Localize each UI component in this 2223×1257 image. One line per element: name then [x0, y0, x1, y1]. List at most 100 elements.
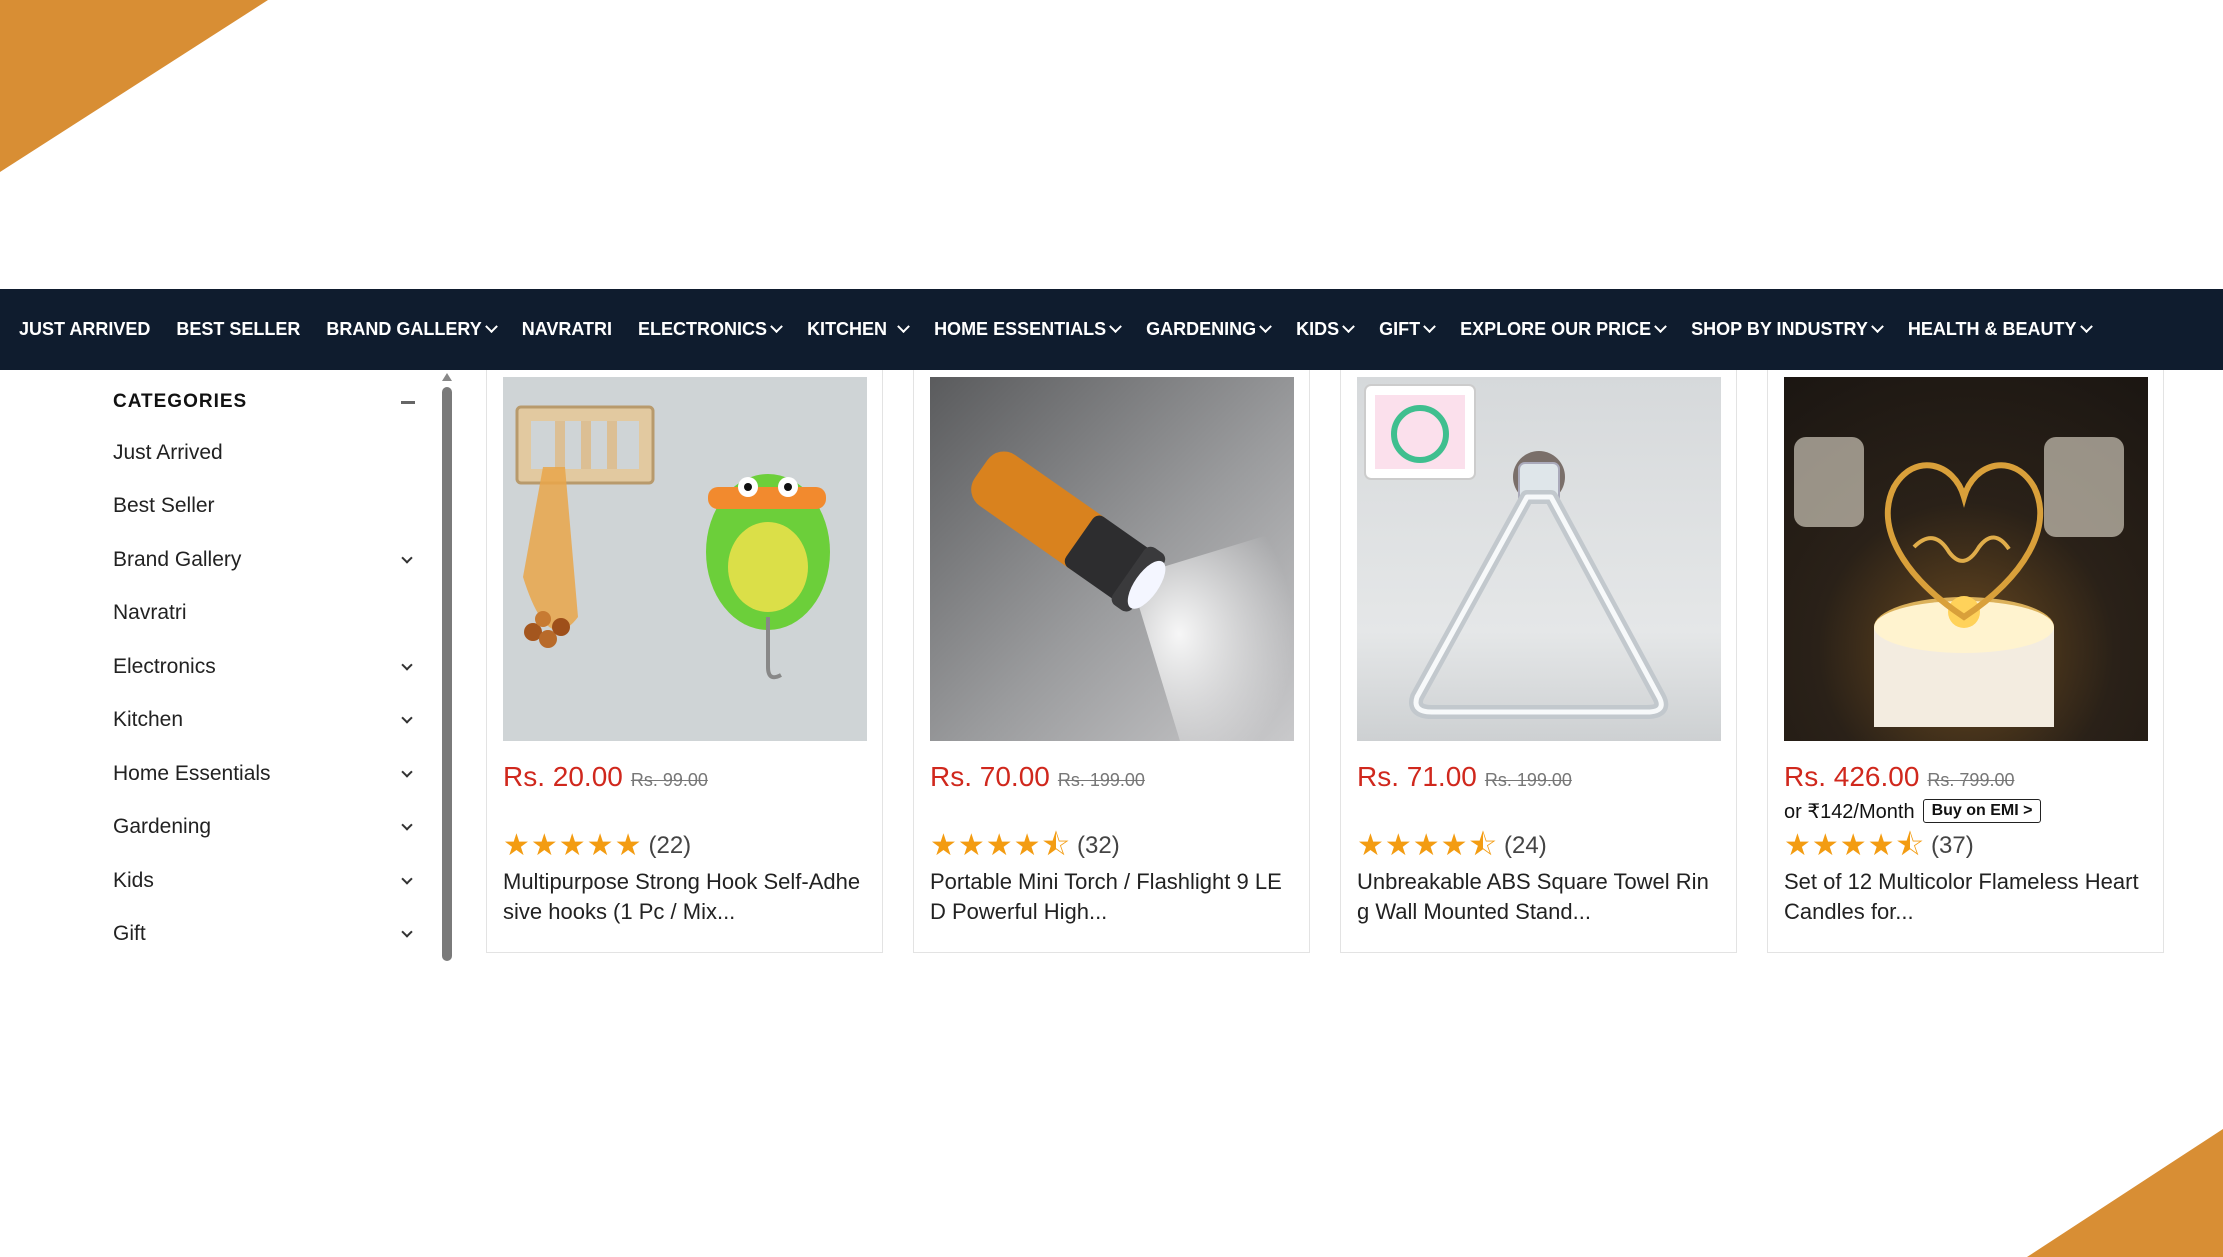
- category-list: Just Arrived Best Seller Brand Gallery N…: [113, 426, 425, 961]
- chevron-down-icon: [1259, 320, 1272, 334]
- nav-item-navratri[interactable]: NAVRATRI: [522, 319, 612, 340]
- nav-label: SHOP BY INDUSTRY: [1691, 319, 1868, 339]
- chevron-down-icon: [1423, 320, 1436, 334]
- category-label: Just Arrived: [113, 440, 223, 464]
- rating-row: ★★★★★ (22): [503, 827, 867, 865]
- price-row: Rs. 426.00 Rs. 799.00: [1784, 761, 2148, 795]
- nav-item-home-essentials[interactable]: HOME ESSENTIALS: [934, 319, 1122, 340]
- rating-row: ★★★★⯪ (24): [1357, 827, 1721, 865]
- product-title[interactable]: Unbreakable ABS Square Towel Ring Wall M…: [1357, 867, 1721, 927]
- nav-label: HOME ESSENTIALS: [934, 319, 1107, 339]
- nav-item-shop-by-industry[interactable]: SHOP BY INDUSTRY: [1691, 319, 1884, 340]
- category-label: Kids: [113, 868, 154, 892]
- rating-count: (24): [1504, 832, 1547, 859]
- category-label: Kitchen: [113, 708, 184, 732]
- nav-item-brand-gallery[interactable]: BRAND GALLERY: [326, 319, 498, 340]
- nav-label: ELECTRONICS: [638, 319, 768, 339]
- category-item-home-essentials[interactable]: Home Essentials: [113, 747, 425, 801]
- torch-image: [971, 451, 1294, 741]
- emi-row: [503, 795, 867, 827]
- nav-item-explore-our-price[interactable]: EXPLORE OUR PRICE: [1460, 319, 1668, 340]
- category-item-navratri[interactable]: Navratri: [113, 587, 425, 641]
- product-card[interactable]: Rs. 20.00 Rs. 99.00 ★★★★★ (22) Multipurp…: [486, 370, 883, 953]
- nav-label: NAVRATRI: [521, 319, 613, 339]
- nav-item-best-seller[interactable]: BEST SELLER: [176, 319, 300, 340]
- product-price: Rs. 426.00: [1784, 761, 1920, 792]
- nav-label: JUST ARRIVED: [19, 319, 151, 339]
- chevron-down-icon: [1109, 320, 1122, 334]
- nav-item-kids[interactable]: KIDS: [1296, 319, 1355, 340]
- chevron-down-icon[interactable]: [401, 766, 413, 778]
- product-title[interactable]: Set of 12 Multicolor Flameless Heart Can…: [1784, 867, 2148, 927]
- emi-text: or ₹142/Month: [1784, 800, 1915, 823]
- product-price: Rs. 20.00: [503, 761, 623, 792]
- category-label: Gift: [113, 922, 146, 946]
- chevron-down-icon: [484, 320, 498, 334]
- price-row: Rs. 20.00 Rs. 99.00: [503, 761, 867, 795]
- chevron-down-icon: [1342, 320, 1355, 334]
- category-item-just-arrived[interactable]: Just Arrived: [113, 426, 425, 480]
- category-item-best-seller[interactable]: Best Seller: [113, 480, 425, 534]
- star-rating-icon: ★★★★⯪: [1357, 829, 1498, 862]
- nav-label: BEST SELLER: [176, 319, 301, 339]
- chevron-down-icon[interactable]: [401, 819, 413, 831]
- star-rating-icon: ★★★★★: [503, 829, 643, 862]
- nav-label: GARDENING: [1146, 319, 1257, 339]
- chevron-down-icon: [1871, 320, 1884, 334]
- category-label: Home Essentials: [113, 761, 271, 785]
- product-card[interactable]: Rs. 426.00 Rs. 799.00 or ₹142/Month Buy …: [1767, 370, 2164, 953]
- nav-item-gardening[interactable]: GARDENING: [1146, 319, 1272, 340]
- price-row: Rs. 71.00 Rs. 199.00: [1357, 761, 1721, 795]
- nav-label: GIFT: [1379, 319, 1421, 339]
- nav-item-kitchen[interactable]: KITCHEN: [807, 319, 910, 340]
- nav-label: EXPLORE OUR PRICE: [1460, 319, 1652, 339]
- product-card[interactable]: Rs. 70.00 Rs. 199.00 ★★★★⯪ (32) Portable…: [913, 370, 1310, 953]
- product-old-price: Rs. 99.00: [630, 770, 708, 790]
- scroll-thumb[interactable]: [442, 387, 452, 961]
- category-label: Navratri: [113, 601, 187, 625]
- chevron-down-icon[interactable]: [401, 659, 413, 671]
- rating-count: (32): [1077, 832, 1120, 859]
- price-row: Rs. 70.00 Rs. 199.00: [930, 761, 1294, 795]
- rating-count: (22): [648, 832, 692, 859]
- emi-row: [1357, 795, 1721, 827]
- chevron-down-icon[interactable]: [401, 552, 413, 564]
- category-item-gift[interactable]: Gift: [113, 908, 425, 962]
- sidebar-scrollbar[interactable]: [441, 373, 453, 967]
- chevron-down-icon[interactable]: [401, 926, 413, 938]
- minus-icon[interactable]: [401, 400, 415, 404]
- category-item-electronics[interactable]: Electronics: [113, 640, 425, 694]
- category-label: Gardening: [113, 815, 212, 839]
- product-grid: Rs. 20.00 Rs. 99.00 ★★★★★ (22) Multipurp…: [486, 370, 2164, 953]
- sidebar-header: CATEGORIES: [113, 378, 425, 426]
- product-old-price: Rs. 799.00: [1927, 770, 2015, 790]
- buy-on-emi-button[interactable]: Buy on EMI >: [1922, 799, 2042, 823]
- category-item-gardening[interactable]: Gardening: [113, 801, 425, 855]
- chevron-down-icon[interactable]: [401, 712, 413, 724]
- product-title[interactable]: Multipurpose Strong Hook Self-Adhesive h…: [503, 867, 867, 927]
- decorative-corner-top-left: [0, 0, 268, 172]
- star-rating-icon: ★★★★⯪: [930, 829, 1071, 862]
- product-image-torch[interactable]: [930, 377, 1294, 741]
- rating-count: (37): [1931, 832, 1974, 859]
- product-card[interactable]: Rs. 71.00 Rs. 199.00 ★★★★⯪ (24) Unbreaka…: [1340, 370, 1737, 953]
- main-nav: JUST ARRIVED BEST SELLER BRAND GALLERY N…: [0, 289, 2223, 370]
- nav-item-gift[interactable]: GIFT: [1379, 319, 1436, 340]
- product-image-heart-candles[interactable]: [1784, 377, 2148, 741]
- star-rating-icon: ★★★★⯪: [1784, 829, 1925, 862]
- nav-item-health-beauty[interactable]: HEALTH & BEAUTY: [1908, 319, 2093, 340]
- product-price: Rs. 71.00: [1357, 761, 1477, 792]
- product-image-towel-ring[interactable]: [1357, 377, 1721, 741]
- nav-item-electronics[interactable]: ELECTRONICS: [638, 319, 783, 340]
- product-image-wall-hooks[interactable]: [503, 377, 867, 741]
- category-item-kids[interactable]: Kids: [113, 854, 425, 908]
- decorative-corner-bottom-right: [2027, 1129, 2223, 1257]
- product-title[interactable]: Portable Mini Torch / Flashlight 9 LED P…: [930, 867, 1294, 927]
- emi-row: or ₹142/Month Buy on EMI >: [1784, 795, 2148, 827]
- nav-label: BRAND GALLERY: [326, 319, 482, 339]
- chevron-down-icon[interactable]: [401, 873, 413, 885]
- scroll-up-arrow-icon[interactable]: [442, 373, 452, 381]
- nav-item-just-arrived[interactable]: JUST ARRIVED: [19, 319, 150, 340]
- category-item-kitchen[interactable]: Kitchen: [113, 694, 425, 748]
- category-item-brand-gallery[interactable]: Brand Gallery: [113, 533, 425, 587]
